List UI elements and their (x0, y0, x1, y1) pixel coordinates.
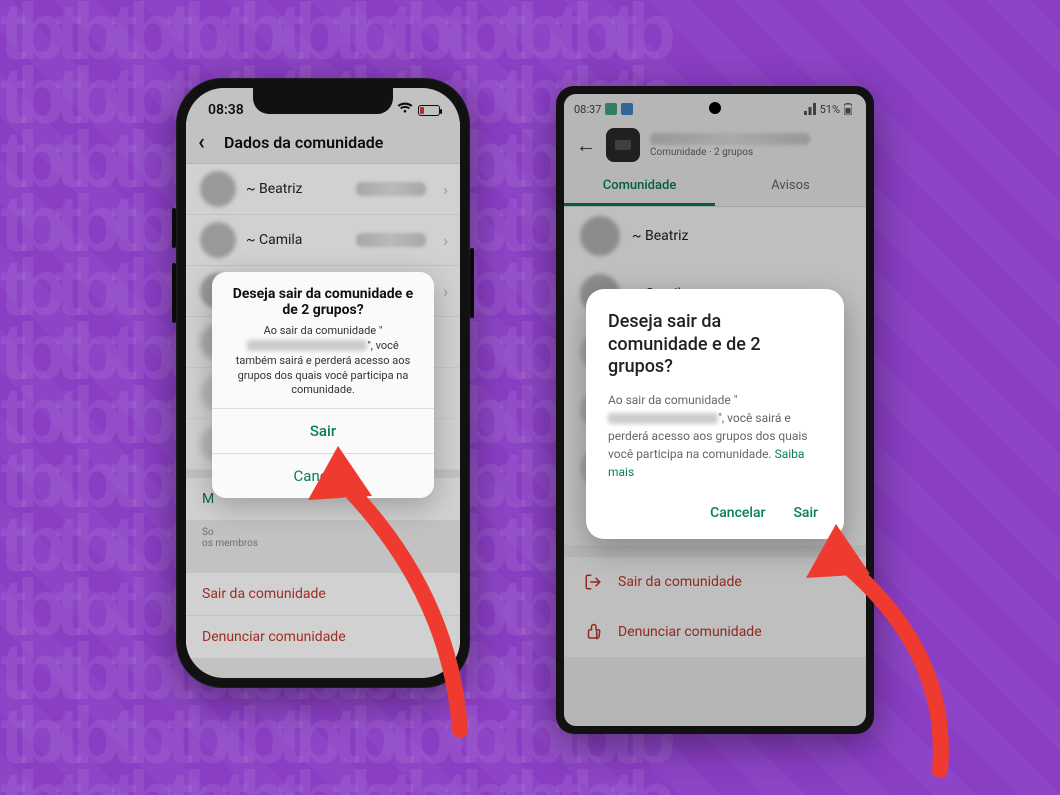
tabs: Comunidade Avisos (564, 168, 866, 207)
dialog-body: Ao sair da comunidade "", você também sa… (212, 320, 434, 408)
blurred-community-name (608, 413, 718, 424)
report-community-row[interactable]: Denunciar comunidade (186, 616, 460, 659)
android-screen: 08:37 51% ← Comunidade · 2 grupos (564, 94, 866, 726)
member-row[interactable]: ~ Beatriz › (186, 164, 460, 215)
community-avatar[interactable] (606, 128, 640, 162)
dialog-title: Deseja sair da comunidade e de 2 grupos? (212, 272, 434, 320)
signal-icon (804, 103, 816, 115)
dialog-confirm-button[interactable]: Sair (793, 505, 818, 521)
android-frame: 08:37 51% ← Comunidade · 2 grupos (556, 86, 874, 734)
tab-avisos[interactable]: Avisos (715, 168, 866, 206)
blurred-detail (356, 182, 426, 196)
camera-hole (709, 102, 721, 114)
battery-icon (418, 105, 440, 116)
member-name: ~ Camila (246, 232, 302, 248)
battery-percentage: 51% (820, 103, 840, 116)
leave-dialog: Deseja sair da comunidade e de 2 grupos?… (212, 272, 434, 498)
status-icon (605, 103, 617, 115)
background-watermark: tbtbtbtbtbtbtbtbtbtbtbtb tbtbtbtbtbtbtbt… (0, 0, 1060, 795)
android-status-time: 08:37 (574, 103, 601, 116)
iphone-frame: 08:38 ‹ Dados da comunidade ~ Beatriz › … (176, 78, 470, 688)
blurred-community-title (650, 133, 810, 145)
iphone-screen: 08:38 ‹ Dados da comunidade ~ Beatriz › … (186, 88, 460, 678)
member-row[interactable]: ~ Beatriz (564, 207, 866, 265)
blurred-detail (356, 233, 426, 247)
ios-header: ‹ Dados da comunidade (186, 122, 460, 164)
member-name: ~ Beatriz (246, 181, 302, 197)
chevron-right-icon: › (443, 282, 448, 301)
blurred-community-name (247, 340, 367, 351)
leave-community-row[interactable]: Sair da comunidade (564, 557, 866, 607)
dialog-cancel-button[interactable]: Cancelar (710, 505, 765, 521)
members-caption: So os membros (186, 521, 460, 559)
report-community-row[interactable]: Denunciar comunidade (564, 607, 866, 657)
tab-comunidade[interactable]: Comunidade (564, 168, 715, 206)
member-name: ~ Beatriz (632, 228, 688, 244)
avatar (200, 222, 236, 258)
back-icon[interactable]: ‹ (198, 130, 218, 155)
android-header: ← Comunidade · 2 grupos (564, 120, 866, 168)
exit-icon (584, 573, 602, 591)
leave-dialog: Deseja sair da comunidade e de 2 grupos?… (586, 289, 844, 539)
dialog-confirm-button[interactable]: Sair (212, 408, 434, 453)
dialog-body: Ao sair da comunidade "", você sairá e p… (608, 391, 822, 481)
thumbs-down-icon (584, 623, 602, 641)
page-title: Dados da comunidade (224, 133, 383, 152)
iphone-notch (253, 88, 393, 114)
leave-community-row[interactable]: Sair da comunidade (186, 573, 460, 616)
ios-status-time: 08:38 (208, 102, 244, 118)
avatar (200, 171, 236, 207)
back-icon[interactable]: ← (576, 133, 596, 158)
chevron-right-icon: › (443, 180, 448, 199)
wifi-icon (397, 102, 413, 118)
battery-icon (844, 103, 856, 115)
avatar (580, 216, 620, 256)
dialog-cancel-button[interactable]: Cancelar (212, 453, 434, 498)
member-row[interactable]: ~ Camila › (186, 215, 460, 266)
header-subtitle: Comunidade · 2 grupos (650, 147, 854, 158)
chevron-right-icon: › (443, 231, 448, 250)
status-icon (621, 103, 633, 115)
dialog-title: Deseja sair da comunidade e de 2 grupos? (608, 311, 822, 379)
